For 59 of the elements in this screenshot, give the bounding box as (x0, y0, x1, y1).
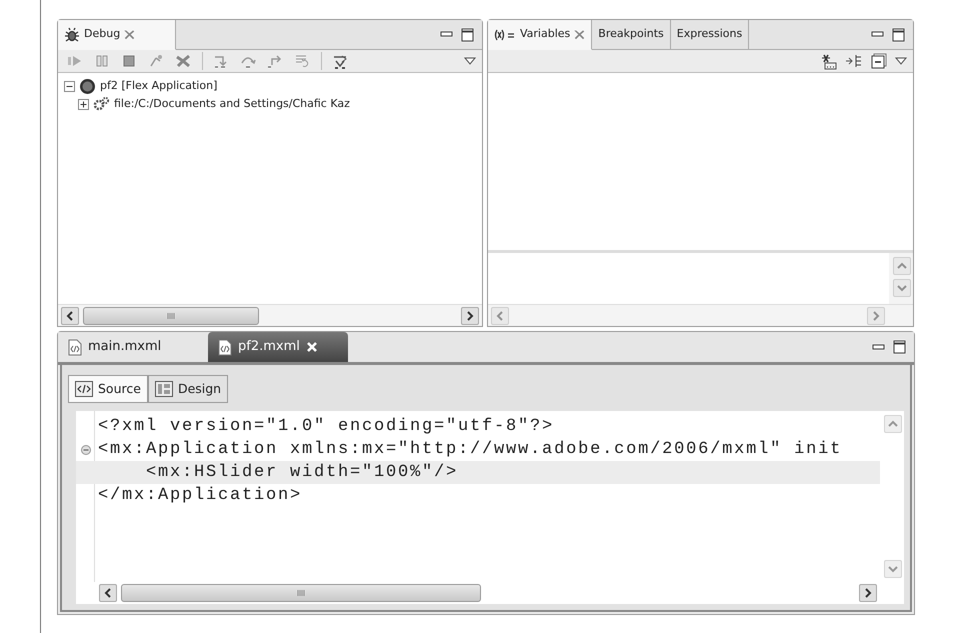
code-line: </mx:Application> (97, 485, 302, 507)
layout-icon (154, 381, 173, 397)
maximize-icon[interactable] (893, 340, 906, 354)
chevron-up-icon (897, 262, 907, 270)
vertical-scrollbar[interactable] (889, 253, 913, 304)
scroll-up-button[interactable] (893, 257, 911, 275)
scrollbar-thumb[interactable] (83, 306, 259, 324)
close-icon[interactable] (124, 29, 136, 40)
dropdown-menu-icon[interactable] (895, 56, 907, 66)
code-icon (75, 381, 93, 397)
editor-tab[interactable]: pf2.mxml (208, 332, 348, 362)
show-logical-structure-icon[interactable] (845, 53, 863, 69)
scroll-down-button[interactable] (893, 279, 911, 297)
expand-icon[interactable] (78, 98, 89, 110)
scrollbar-thumb[interactable] (121, 584, 481, 602)
scroll-right-button[interactable] (461, 306, 479, 324)
code-line: <mx:Application xmlns:mx="http://www.adobe.com/2006/mxml" init (97, 439, 842, 461)
scroll-down-button[interactable] (884, 560, 902, 578)
mxml-file-icon (218, 338, 232, 356)
mode-tab[interactable]: Design (148, 375, 228, 403)
collapse-all-icon[interactable] (871, 53, 887, 69)
chevron-right-icon (466, 310, 474, 320)
chevron-down-icon (897, 284, 907, 292)
editor-tab[interactable]: main.mxml (58, 332, 208, 362)
drop-to-frame-icon[interactable] (294, 52, 311, 70)
fold-icon[interactable] (81, 444, 91, 454)
gears-icon (93, 96, 110, 112)
chevron-down-icon (888, 565, 898, 573)
chevron-left-icon (104, 588, 112, 598)
maximize-icon[interactable] (892, 28, 905, 42)
debug-tab[interactable]: Debug (58, 20, 176, 50)
code-line: <mx:HSlider width="100%"/> (145, 462, 458, 484)
maximize-icon[interactable] (461, 28, 474, 42)
chevron-right-icon (864, 588, 872, 598)
code-line: <?xml version="1.0" encoding="utf-8"?> (97, 416, 554, 438)
close-icon[interactable] (574, 29, 586, 40)
scroll-up-button[interactable] (884, 415, 902, 433)
chevron-right-icon (872, 310, 880, 320)
scroll-left-button[interactable] (61, 306, 79, 324)
dropdown-menu-icon[interactable] (464, 56, 476, 66)
chevron-left-icon (66, 310, 74, 320)
view-tab[interactable]: Variables (488, 20, 592, 50)
tree-item-label[interactable]: file:/C:/Documents and Settings/Chafic Kaz (114, 96, 350, 112)
horizontal-scrollbar[interactable] (96, 582, 880, 604)
circle-logo-icon (79, 78, 96, 94)
mode-tab[interactable]: Source (68, 375, 148, 403)
tree-item-label[interactable]: pf2 [Flex Application] (100, 78, 218, 94)
bug-icon (64, 26, 80, 42)
scroll-left-button[interactable] (99, 584, 117, 602)
horizontal-scrollbar[interactable] (58, 304, 482, 326)
step-return-icon[interactable] (267, 52, 284, 70)
type-names-icon[interactable] (819, 52, 837, 70)
mxml-file-icon (68, 338, 82, 356)
variable-icon (494, 28, 516, 40)
collapse-icon[interactable] (64, 80, 75, 92)
chevron-up-icon (888, 420, 898, 428)
chevron-left-icon (496, 310, 504, 320)
scroll-right-button[interactable] (859, 584, 877, 602)
terminate-icon[interactable] (175, 52, 192, 70)
